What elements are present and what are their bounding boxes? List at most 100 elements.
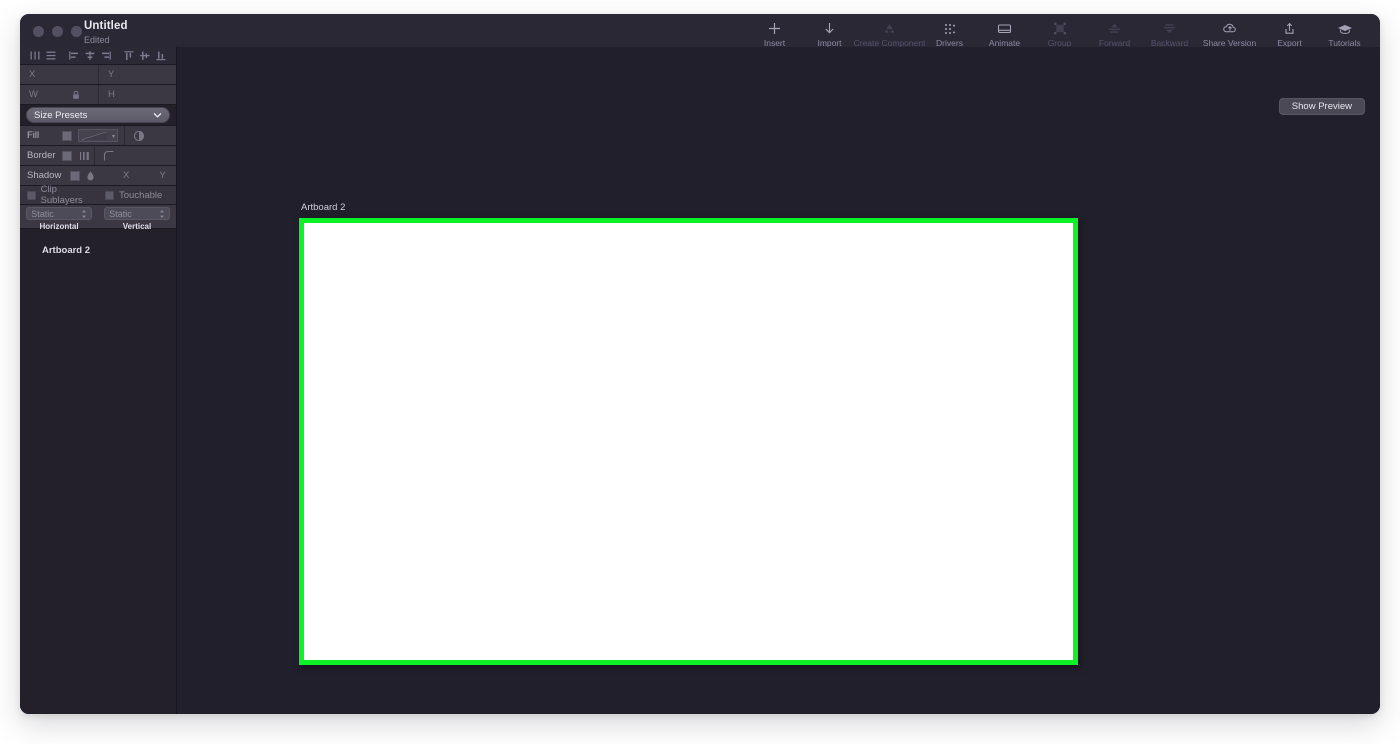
toolbar: Insert Import Create Component Drivers A…: [747, 17, 1372, 48]
fill-color-swatch[interactable]: [62, 130, 72, 141]
shadow-color-swatch[interactable]: [70, 170, 80, 181]
zoom-window-button[interactable]: [71, 26, 82, 37]
border-label: Border: [27, 150, 56, 161]
vertical-layout-cell: Static Vertical: [98, 207, 176, 231]
align-top-icon[interactable]: [121, 48, 137, 64]
lock-icon[interactable]: [72, 90, 80, 100]
graduation-cap-icon: [1337, 20, 1353, 36]
layer-item-label: Artboard 2: [42, 245, 91, 256]
main-body: X Y W H Size Presets Fill ▾ Border Shado…: [20, 47, 1380, 714]
touchable-toggle[interactable]: Touchable: [98, 190, 176, 201]
chevron-down-icon: [153, 112, 162, 118]
toolbar-button-share-version[interactable]: Share Version: [1197, 17, 1262, 48]
clip-sublayers-label: Clip Sublayers: [40, 184, 83, 206]
canvas-area[interactable]: Show Preview Artboard 2: [177, 47, 1380, 714]
shadow-x-label[interactable]: X: [123, 170, 129, 181]
layer-list[interactable]: Artboard 2: [20, 229, 176, 714]
window-controls: [33, 26, 82, 37]
export-share-icon: [1283, 20, 1296, 36]
x-field-label: X: [29, 69, 36, 80]
layout-row: Static Horizontal Static Vertical: [20, 205, 176, 231]
title-bar: Untitled Edited Insert Import Create Com…: [20, 14, 1380, 48]
vertical-layout-value: Static: [109, 208, 132, 219]
drivers-dots-icon: [943, 20, 956, 36]
align-left-icon[interactable]: [66, 48, 82, 64]
border-width-icon[interactable]: [78, 150, 92, 162]
y-field[interactable]: Y: [98, 65, 176, 84]
fill-row: Fill ▾: [20, 126, 176, 146]
shadow-drop-icon[interactable]: [86, 170, 95, 182]
vertical-layout-select[interactable]: Static: [104, 207, 170, 220]
gradient-caret-icon: ▾: [111, 134, 115, 140]
stepper-icon: [159, 209, 165, 219]
align-bottom-icon[interactable]: [153, 48, 169, 64]
toolbar-button-backward[interactable]: Backward: [1142, 17, 1197, 48]
toolbar-button-animate[interactable]: Animate: [977, 17, 1032, 48]
touchable-label: Touchable: [119, 189, 163, 201]
document-title-block: Untitled Edited: [84, 20, 128, 45]
align-toolbar: [20, 47, 176, 65]
stepper-icon: [81, 209, 87, 219]
toolbar-button-forward[interactable]: Forward: [1087, 17, 1142, 48]
border-color-swatch[interactable]: [62, 150, 72, 161]
toolbar-button-tutorials[interactable]: Tutorials: [1317, 17, 1372, 48]
corner-radius-icon[interactable]: [103, 150, 115, 162]
plus-icon: [768, 20, 781, 36]
toolbar-button-export[interactable]: Export: [1262, 17, 1317, 48]
close-window-button[interactable]: [33, 26, 44, 37]
cloud-upload-icon: [1222, 20, 1238, 36]
y-field-label: Y: [108, 69, 115, 80]
list-item[interactable]: Artboard 2: [20, 242, 176, 259]
size-presets-dropdown[interactable]: Size Presets: [26, 107, 170, 123]
x-field[interactable]: X: [20, 65, 98, 84]
align-center-vertical-icon[interactable]: [137, 48, 153, 64]
app-window: Untitled Edited Insert Import Create Com…: [20, 14, 1380, 714]
shadow-y-label[interactable]: Y: [159, 170, 165, 181]
h-field-label: H: [108, 89, 115, 100]
size-row: W H: [20, 85, 176, 105]
horizontal-layout-value: Static: [31, 208, 54, 219]
group-icon: [1053, 20, 1067, 36]
size-presets-row: Size Presets: [20, 105, 176, 126]
artboard-wrapper: Artboard 2: [299, 202, 1078, 665]
toolbar-button-create-component[interactable]: Create Component: [854, 17, 925, 48]
checkbox-icon: [105, 190, 114, 200]
checkbox-icon: [27, 190, 36, 200]
bring-forward-icon: [1107, 20, 1122, 36]
shadow-row: Shadow X Y: [20, 166, 176, 186]
show-preview-label: Show Preview: [1291, 101, 1352, 112]
distribute-vertically-icon[interactable]: [43, 48, 59, 64]
border-row: Border: [20, 146, 176, 166]
toolbar-button-group[interactable]: Group: [1032, 17, 1087, 48]
toolbar-button-import[interactable]: Import: [802, 17, 857, 48]
align-center-horizontal-icon[interactable]: [82, 48, 98, 64]
toggles-row: Clip Sublayers Touchable: [20, 184, 176, 206]
document-title: Untitled: [84, 20, 128, 32]
component-icon: [882, 20, 897, 36]
animate-icon: [997, 20, 1012, 36]
blend-mode-icon[interactable]: [133, 130, 145, 142]
clip-sublayers-toggle[interactable]: Clip Sublayers: [20, 184, 98, 206]
show-preview-button[interactable]: Show Preview: [1278, 98, 1365, 115]
send-backward-icon: [1162, 20, 1177, 36]
distribute-horizontally-icon[interactable]: [27, 48, 43, 64]
minimize-window-button[interactable]: [52, 26, 63, 37]
fill-divider: [124, 126, 125, 145]
align-right-icon[interactable]: [98, 48, 114, 64]
position-row: X Y: [20, 65, 176, 85]
artboard-title[interactable]: Artboard 2: [299, 202, 1078, 213]
gradient-icon[interactable]: ▾: [78, 129, 118, 142]
download-arrow-icon: [823, 20, 836, 36]
h-field[interactable]: H: [98, 85, 176, 104]
size-presets-label: Size Presets: [34, 109, 88, 121]
w-field[interactable]: W: [20, 85, 98, 104]
horizontal-layout-cell: Static Horizontal: [20, 207, 98, 231]
inspector-sidebar: X Y W H Size Presets Fill ▾ Border Shado…: [20, 47, 177, 714]
toolbar-button-insert[interactable]: Insert: [747, 17, 802, 48]
toolbar-button-drivers[interactable]: Drivers: [922, 17, 977, 48]
shadow-label: Shadow: [27, 170, 62, 181]
border-divider: [94, 146, 95, 165]
artboard-canvas[interactable]: [299, 218, 1078, 665]
horizontal-layout-select[interactable]: Static: [26, 207, 92, 220]
document-edit-state: Edited: [84, 34, 110, 45]
